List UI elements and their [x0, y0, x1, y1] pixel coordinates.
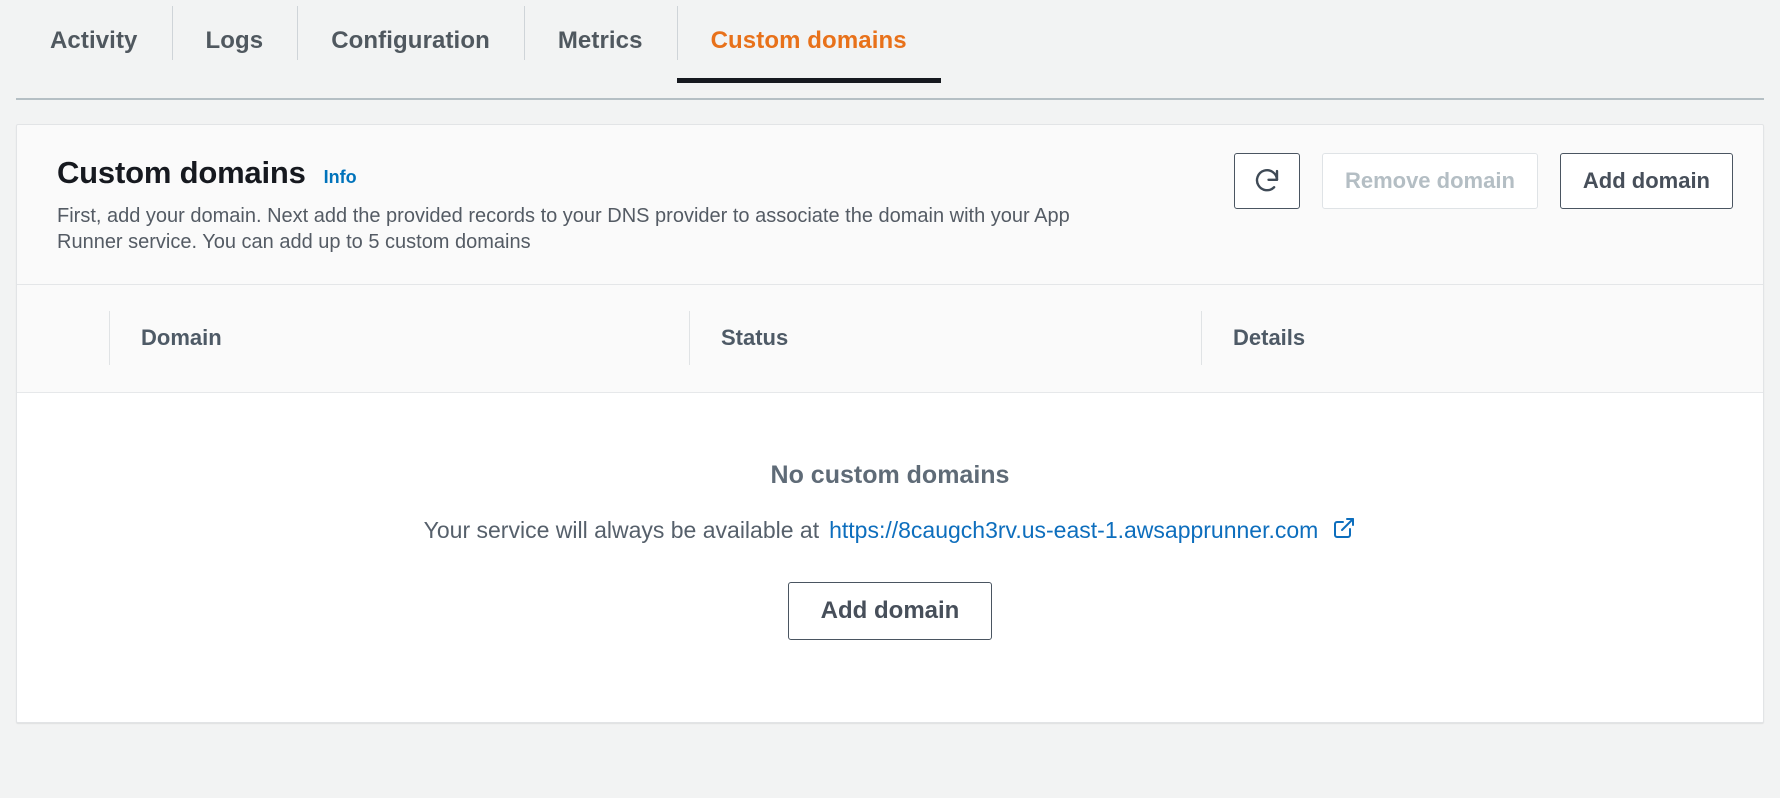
title-row: Custom domains Info — [57, 155, 1097, 191]
tab-custom-domains-label: Custom domains — [710, 27, 907, 54]
service-tab-bar: Activity Logs Configuration Metrics Cust… — [0, 0, 1780, 100]
tab-logs-label: Logs — [205, 27, 264, 54]
card-description: First, add your domain. Next add the pro… — [57, 205, 1070, 254]
empty-state-title: No custom domains — [770, 460, 1010, 489]
custom-domains-page: Activity Logs Configuration Metrics Cust… — [0, 0, 1780, 798]
remove-domain-label: Remove domain — [1344, 168, 1515, 193]
add-domain-label-empty: Add domain — [820, 596, 960, 624]
column-header-status[interactable]: Status — [689, 311, 1201, 366]
page-title: Custom domains — [57, 155, 306, 190]
column-header-domain-label: Domain — [141, 325, 222, 351]
tab-metrics[interactable]: Metrics — [523, 0, 677, 82]
column-header-domain[interactable]: Domain — [109, 311, 689, 366]
domains-table-header: Domain Status Details — [17, 283, 1763, 392]
empty-state-message: Your service will always be available at… — [424, 516, 1357, 546]
refresh-icon — [1252, 166, 1282, 196]
domains-table-body: No custom domains Your service will alwa… — [17, 391, 1763, 722]
external-link-icon[interactable] — [1332, 516, 1356, 546]
tab-activity-label: Activity — [50, 27, 138, 54]
refresh-button[interactable] — [1233, 153, 1300, 209]
tab-list: Activity Logs Configuration Metrics Cust… — [16, 0, 941, 100]
empty-state-message-prefix: Your service will always be available at — [423, 517, 820, 544]
card-header-text: Custom domains Info First, add your doma… — [57, 151, 1097, 256]
card-header: Custom domains Info First, add your doma… — [17, 125, 1763, 284]
tab-configuration[interactable]: Configuration — [297, 0, 524, 82]
custom-domains-card: Custom domains Info First, add your doma… — [16, 124, 1764, 723]
tab-logs[interactable]: Logs — [171, 0, 298, 82]
add-domain-button-header[interactable]: Add domain — [1559, 153, 1733, 209]
info-link[interactable]: Info — [324, 167, 357, 188]
card-header-actions: Remove domain Add domain — [1233, 151, 1733, 209]
tab-custom-domains[interactable]: Custom domains — [676, 0, 941, 83]
column-header-details-label: Details — [1233, 325, 1306, 351]
column-header-status-label: Status — [721, 325, 789, 351]
service-url-link[interactable]: https://8caugch3rv.us-east-1.awsapprunne… — [829, 517, 1318, 544]
column-header-details[interactable]: Details — [1201, 311, 1601, 366]
add-domain-button-empty[interactable]: Add domain — [787, 581, 993, 640]
add-domain-label-header: Add domain — [1582, 168, 1710, 193]
tab-activity[interactable]: Activity — [16, 0, 172, 82]
remove-domain-button[interactable]: Remove domain — [1321, 153, 1538, 209]
tab-metrics-label: Metrics — [557, 27, 643, 54]
tab-configuration-label: Configuration — [331, 27, 490, 54]
empty-state-action: Add domain — [787, 581, 993, 640]
